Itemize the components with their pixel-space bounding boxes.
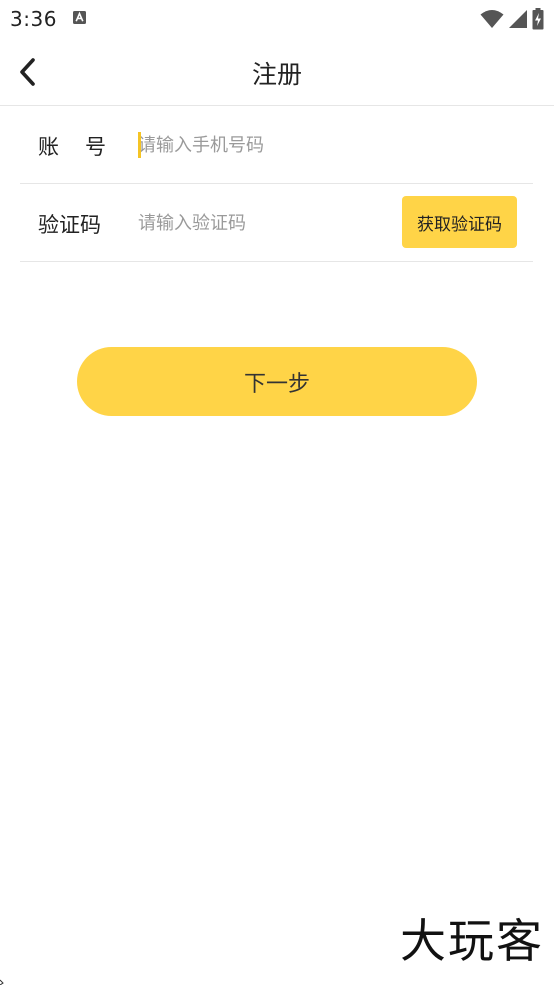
status-bar: 3:36	[0, 0, 554, 38]
header: 注册	[0, 38, 554, 106]
next-button[interactable]: 下一步	[77, 347, 477, 416]
wifi-icon	[480, 10, 504, 28]
get-code-button[interactable]: 获取验证码	[402, 196, 517, 248]
corner-mark-icon	[0, 979, 4, 985]
phone-number-input[interactable]	[138, 128, 518, 163]
cell-signal-icon	[509, 10, 527, 28]
status-time: 3:36	[10, 7, 57, 31]
text-caret	[138, 132, 141, 158]
account-label: 账号	[38, 134, 132, 159]
status-icons	[480, 8, 544, 30]
page-title: 注册	[251, 60, 302, 89]
verification-code-label: 验证码	[38, 212, 101, 237]
a-badge-icon	[73, 11, 86, 24]
verification-code-input[interactable]	[138, 206, 388, 241]
account-row: 账号	[20, 108, 533, 184]
battery-charging-icon	[532, 8, 544, 30]
verification-code-row: 验证码 获取验证码	[20, 186, 533, 262]
watermark-logo: 大玩客	[400, 914, 544, 968]
